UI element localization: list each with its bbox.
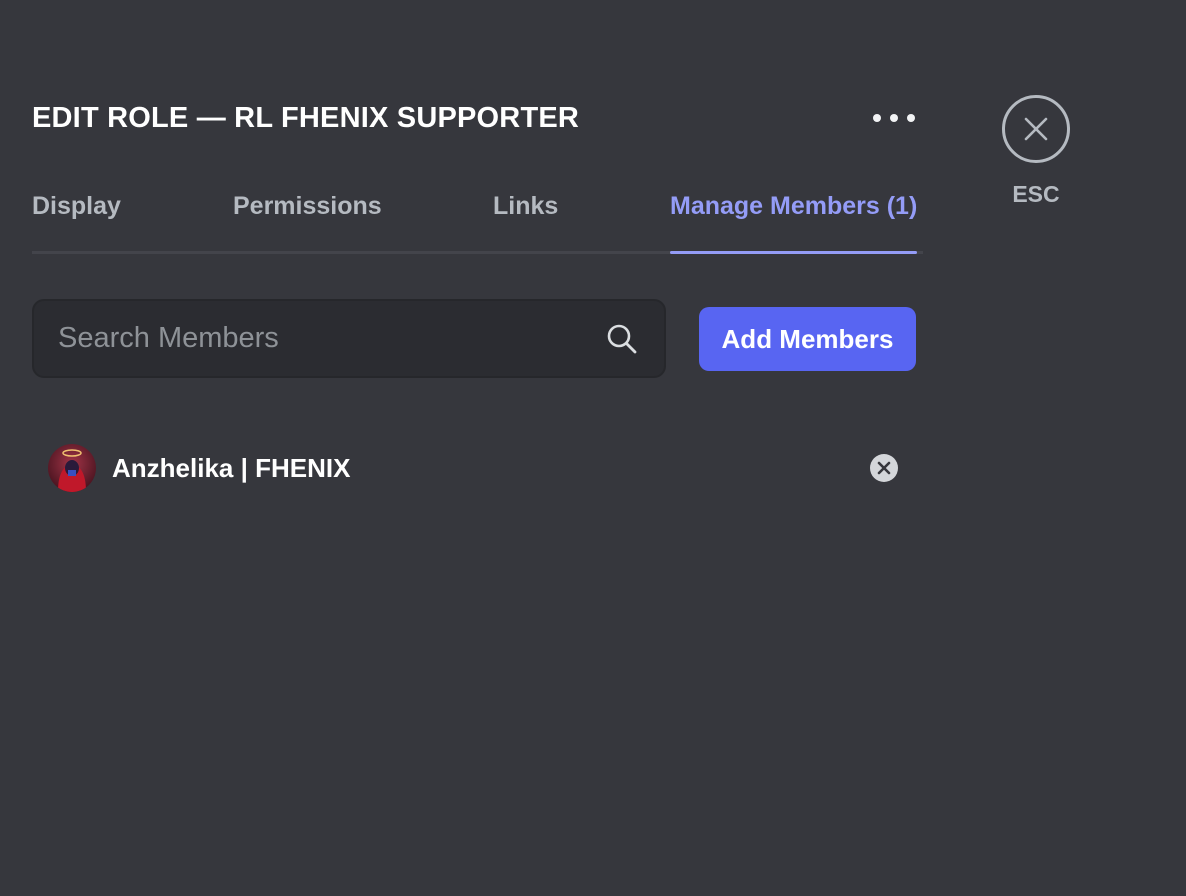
tab-permissions[interactable]: Permissions: [233, 184, 382, 251]
esc-close: ESC: [999, 95, 1073, 208]
remove-member-button[interactable]: [868, 452, 900, 484]
tab-display[interactable]: Display: [32, 184, 121, 251]
page-title: EDIT ROLE — RL FHENIX SUPPORTER: [32, 101, 580, 134]
tab-manage-members[interactable]: Manage Members (1): [670, 184, 918, 254]
remove-circle-icon: [870, 454, 898, 482]
ellipsis-icon: [873, 114, 915, 122]
add-members-button[interactable]: Add Members: [699, 307, 916, 371]
search-box: [32, 299, 666, 378]
close-button[interactable]: [1002, 95, 1070, 163]
esc-label: ESC: [1012, 181, 1060, 207]
member-row: Anzhelika | FHENIX: [48, 443, 904, 493]
tab-links[interactable]: Links: [493, 184, 558, 251]
member-name: Anzhelika | FHENIX: [112, 452, 351, 483]
tab-bar: Display Permissions Links Manage Members…: [32, 184, 923, 254]
header: EDIT ROLE — RL FHENIX SUPPORTER: [32, 96, 922, 140]
search-icon: [607, 324, 637, 353]
search-members-input[interactable]: [34, 300, 602, 377]
more-options-button[interactable]: [866, 98, 922, 138]
avatar: [48, 444, 96, 492]
edit-role-page: EDIT ROLE — RL FHENIX SUPPORTER Display …: [0, 0, 1186, 896]
search-icon-button[interactable]: [602, 319, 642, 359]
close-icon: [1024, 117, 1048, 141]
